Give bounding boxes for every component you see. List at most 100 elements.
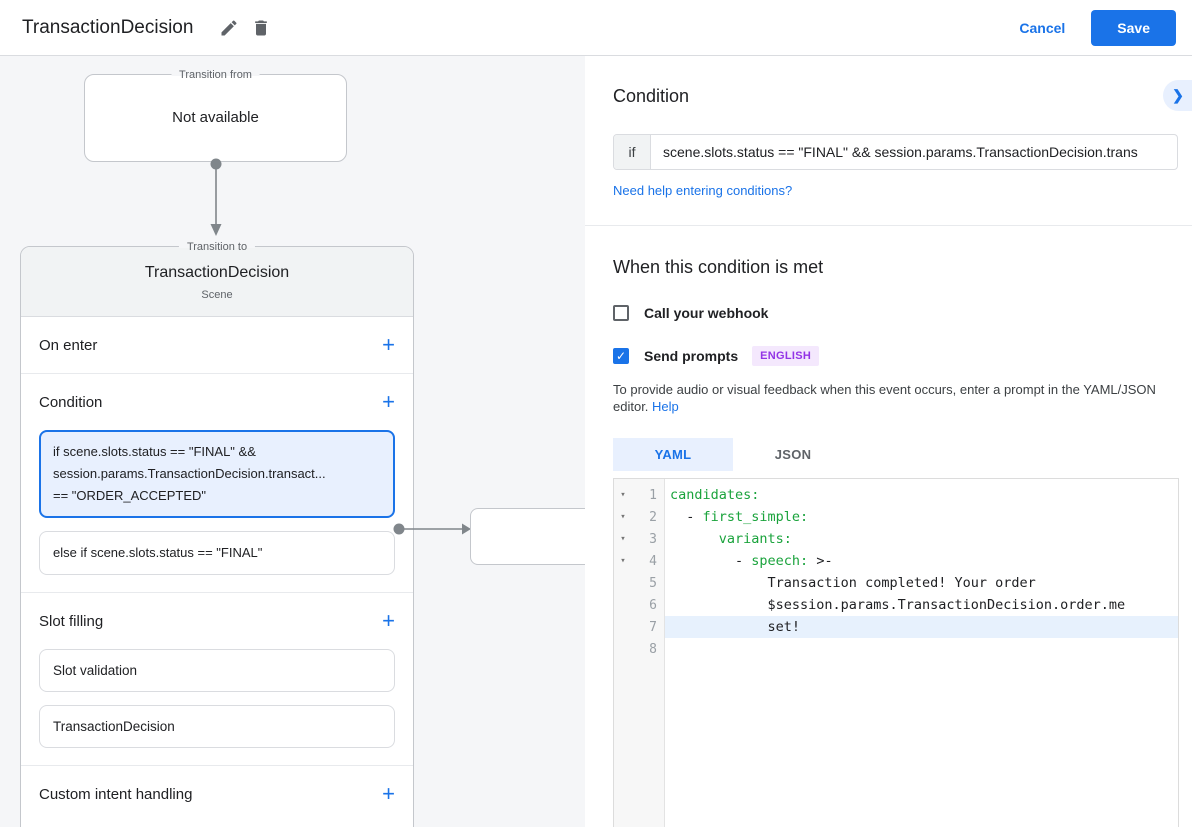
add-custom-intent-button[interactable]: + bbox=[382, 784, 395, 804]
met-heading: When this condition is met bbox=[613, 257, 1179, 278]
line-number: 1 bbox=[632, 488, 664, 503]
prompts-description-text: To provide audio or visual feedback when… bbox=[613, 382, 1156, 414]
condition-transition-arrow bbox=[392, 520, 472, 538]
webhook-label: Call your webhook bbox=[644, 305, 768, 321]
tab-yaml[interactable]: YAML bbox=[613, 438, 733, 471]
yaml-editor[interactable]: ▾1▾2▾3▾45678 candidates: - first_simple:… bbox=[613, 478, 1179, 827]
condition-cards: if scene.slots.status == "FINAL" && sess… bbox=[21, 430, 413, 592]
line-number: 7 bbox=[632, 620, 664, 635]
tab-json[interactable]: JSON bbox=[733, 438, 853, 471]
gutter-line-5: 5 bbox=[614, 572, 664, 594]
scene-subtitle: Scene bbox=[21, 289, 413, 301]
line-number: 3 bbox=[632, 532, 664, 547]
trash-icon bbox=[251, 18, 271, 38]
code-line-3[interactable]: variants: bbox=[665, 528, 1178, 550]
section-condition: Condition + if scene.slots.status == "FI… bbox=[21, 374, 413, 593]
fold-chevron-down-icon[interactable]: ▾ bbox=[614, 512, 632, 522]
code-line-8[interactable] bbox=[665, 638, 1178, 660]
code-line-5[interactable]: Transaction completed! Your order bbox=[665, 572, 1178, 594]
slot-cards: Slot validation TransactionDecision bbox=[21, 649, 413, 765]
cancel-button[interactable]: Cancel bbox=[1019, 20, 1065, 36]
collapse-panel-button[interactable]: ❯ bbox=[1163, 80, 1192, 111]
delete-scene-button[interactable] bbox=[245, 12, 277, 44]
yaml-text: - bbox=[670, 553, 751, 569]
code-line-1[interactable]: candidates: bbox=[665, 484, 1178, 506]
condition-input-row: if scene.slots.status == "FINAL" && sess… bbox=[613, 134, 1178, 170]
section-slot-filling: Slot filling + Slot validation Transacti… bbox=[21, 593, 413, 766]
yaml-text: >- bbox=[808, 553, 832, 569]
yaml-text: $session.params.TransactionDecision.orde… bbox=[670, 597, 1125, 613]
pencil-icon bbox=[219, 18, 239, 38]
fold-chevron-down-icon[interactable]: ▾ bbox=[614, 490, 632, 500]
code-line-6[interactable]: $session.params.TransactionDecision.orde… bbox=[665, 594, 1178, 616]
topbar: TransactionDecision Cancel Save bbox=[0, 0, 1192, 56]
condition-expression-input[interactable]: scene.slots.status == "FINAL" && session… bbox=[651, 135, 1177, 169]
save-button[interactable]: Save bbox=[1091, 10, 1176, 46]
panel-divider bbox=[585, 225, 1192, 226]
send-prompts-checkbox[interactable] bbox=[613, 348, 629, 364]
transition-target-box[interactable] bbox=[470, 508, 585, 565]
custom-intent-label: Custom intent handling bbox=[39, 786, 192, 803]
transition-down-arrow bbox=[207, 156, 225, 240]
yaml-key: variants: bbox=[719, 531, 792, 547]
line-number: 2 bbox=[632, 510, 664, 525]
topbar-right: Cancel Save bbox=[1019, 10, 1176, 46]
help-link[interactable]: Help bbox=[652, 399, 679, 414]
gutter-line-4: ▾4 bbox=[614, 550, 664, 572]
line-number: 6 bbox=[632, 598, 664, 613]
yaml-text bbox=[670, 531, 719, 547]
yaml-key: speech: bbox=[751, 553, 808, 569]
gutter-line-6: 6 bbox=[614, 594, 664, 616]
send-prompts-row: Send prompts ENGLISH bbox=[613, 346, 1179, 366]
slot-card-validation[interactable]: Slot validation bbox=[39, 649, 395, 692]
line-number: 5 bbox=[632, 576, 664, 591]
webhook-checkbox[interactable] bbox=[613, 305, 629, 321]
condition-label: Condition bbox=[39, 394, 102, 411]
detail-panel: ❯ Condition if scene.slots.status == "FI… bbox=[585, 56, 1192, 827]
yaml-key: first_simple: bbox=[703, 509, 809, 525]
condition-help-link[interactable]: Need help entering conditions? bbox=[613, 183, 792, 198]
yaml-key: candidates: bbox=[670, 487, 759, 503]
code-line-4[interactable]: - speech: >- bbox=[665, 550, 1178, 572]
main-area: Transition from Not available Transition… bbox=[0, 56, 1192, 827]
condition-row: Condition + bbox=[21, 374, 413, 430]
slot-filling-row: Slot filling + bbox=[21, 593, 413, 649]
prompts-description: To provide audio or visual feedback when… bbox=[613, 381, 1175, 415]
slot-card-transaction-decision[interactable]: TransactionDecision bbox=[39, 705, 395, 748]
add-slot-button[interactable]: + bbox=[382, 611, 395, 631]
custom-intent-row: Custom intent handling + bbox=[21, 766, 413, 822]
gutter-line-7: 7 bbox=[614, 616, 664, 638]
transition-from-box: Transition from Not available bbox=[84, 74, 347, 162]
line-number: 4 bbox=[632, 554, 664, 569]
section-custom-intent: Custom intent handling + bbox=[21, 766, 413, 822]
chevron-right-icon: ❯ bbox=[1172, 87, 1184, 104]
send-prompts-label: Send prompts bbox=[644, 348, 738, 364]
code-line-7[interactable]: set! bbox=[665, 616, 1178, 638]
add-on-enter-button[interactable]: + bbox=[382, 335, 395, 355]
editor-tabs: YAML JSON bbox=[613, 438, 1179, 471]
section-on-enter: On enter + bbox=[21, 317, 413, 374]
scene-header: TransactionDecision Scene bbox=[21, 247, 413, 317]
if-label: if bbox=[614, 135, 651, 169]
edit-title-button[interactable] bbox=[213, 12, 245, 44]
fold-chevron-down-icon[interactable]: ▾ bbox=[614, 534, 632, 544]
editor-code[interactable]: candidates: - first_simple: variants: - … bbox=[665, 479, 1178, 827]
panel-condition-heading: Condition bbox=[613, 86, 1179, 107]
line-number: 8 bbox=[632, 642, 664, 657]
language-badge: ENGLISH bbox=[752, 346, 819, 366]
condition-card-1[interactable]: if scene.slots.status == "FINAL" && sess… bbox=[39, 430, 395, 518]
app-root: TransactionDecision Cancel Save Transiti… bbox=[0, 0, 1192, 827]
gutter-line-3: ▾3 bbox=[614, 528, 664, 550]
transition-from-legend: Transition from bbox=[171, 67, 260, 83]
condition-card-2[interactable]: else if scene.slots.status == "FINAL" bbox=[39, 531, 395, 575]
topbar-left: TransactionDecision bbox=[22, 12, 277, 44]
on-enter-row: On enter + bbox=[21, 317, 413, 373]
fold-chevron-down-icon[interactable]: ▾ bbox=[614, 556, 632, 566]
on-enter-label: On enter bbox=[39, 337, 97, 354]
gutter-line-2: ▾2 bbox=[614, 506, 664, 528]
code-line-2[interactable]: - first_simple: bbox=[665, 506, 1178, 528]
yaml-text: - bbox=[670, 509, 703, 525]
add-condition-button[interactable]: + bbox=[382, 392, 395, 412]
flow-canvas: Transition from Not available Transition… bbox=[0, 56, 585, 827]
yaml-text: Transaction completed! Your order bbox=[670, 575, 1036, 591]
